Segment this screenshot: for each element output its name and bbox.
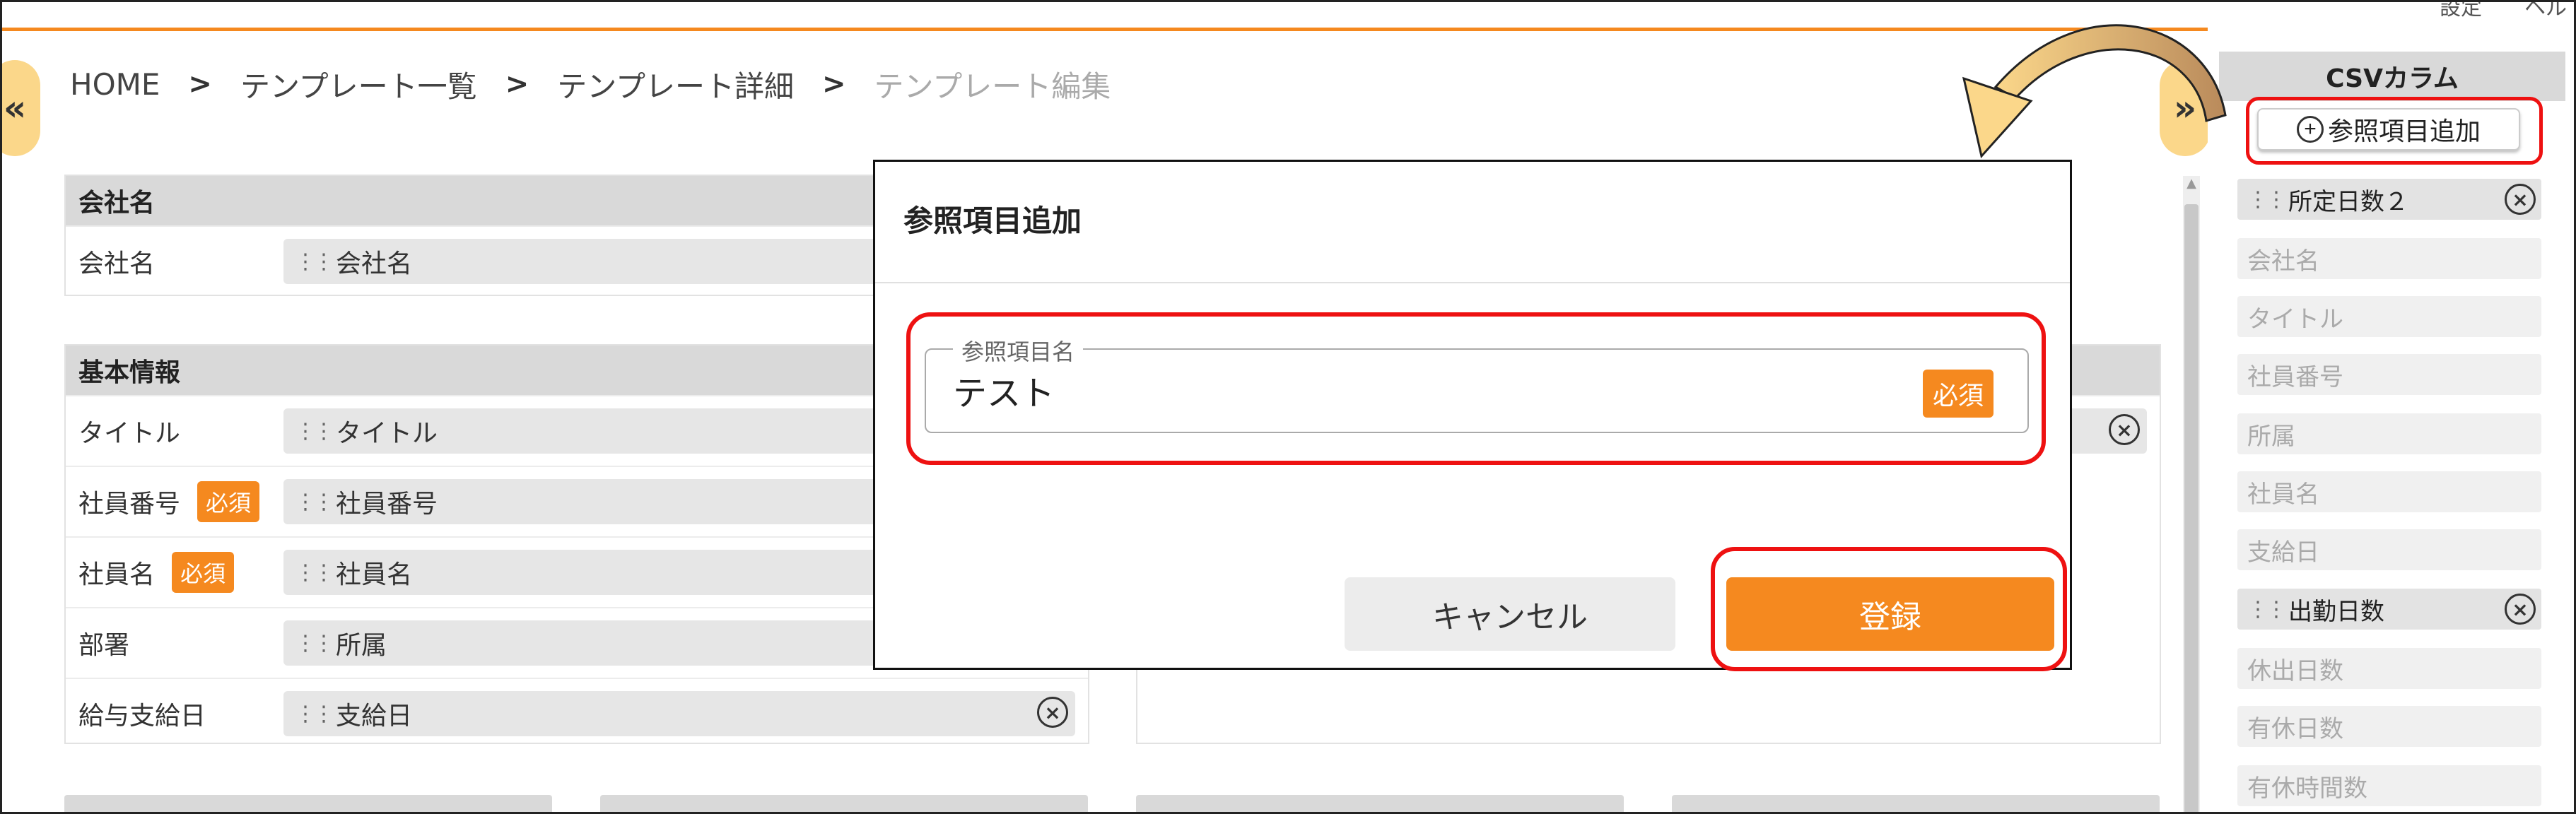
help-link[interactable]: ヘル xyxy=(2524,2,2567,22)
breadcrumb-home[interactable]: HOME xyxy=(70,67,160,102)
form-row: 給与支給日 ⋮⋮ 支給日 × xyxy=(66,678,1088,748)
csv-item-label: 所定日数２ xyxy=(2288,187,2408,216)
cancel-button[interactable]: キャンセル xyxy=(1345,577,1675,651)
breadcrumb-separator: > xyxy=(821,68,846,100)
remove-icon[interactable]: × xyxy=(2109,414,2140,445)
csv-column-item[interactable]: 支給日 xyxy=(2237,529,2541,570)
required-badge: 必須 xyxy=(1923,370,1994,418)
field-value: 所属 xyxy=(336,631,387,660)
drag-handle-icon[interactable]: ⋮⋮ xyxy=(295,419,334,444)
csv-item-label: 社員名 xyxy=(2247,480,2319,509)
field-value: 社員名 xyxy=(336,560,413,589)
reference-name-label: 参照項目名 xyxy=(953,334,1084,367)
settings-link[interactable]: 設定 xyxy=(2440,2,2482,22)
register-button[interactable]: 登録 xyxy=(1726,577,2054,651)
csv-item-label: 支給日 xyxy=(2247,538,2319,567)
breadcrumb-template-detail[interactable]: テンプレート詳細 xyxy=(557,63,794,106)
double-chevron-left-icon: « xyxy=(3,88,27,129)
breadcrumb-template-list[interactable]: テンプレート一覧 xyxy=(240,63,477,106)
csv-item-label: 有休日数 xyxy=(2247,714,2343,743)
breadcrumb-separator: > xyxy=(505,68,529,100)
bottom-section-tab[interactable] xyxy=(1136,795,1624,812)
csv-column-item[interactable]: 有休日数 xyxy=(2237,706,2541,747)
csv-item-label: 休出日数 xyxy=(2247,656,2343,685)
csv-item-label: 会社名 xyxy=(2247,247,2319,276)
csv-item-label: 所属 xyxy=(2247,422,2295,451)
drag-handle-icon[interactable]: ⋮⋮ xyxy=(295,490,334,514)
row-label: 社員名 xyxy=(78,560,156,589)
breadcrumb: HOME > テンプレート一覧 > テンプレート詳細 > テンプレート編集 xyxy=(70,63,1111,105)
mapped-field[interactable]: ⋮⋮ 支給日 × xyxy=(283,691,1075,736)
required-badge: 必須 xyxy=(197,481,260,522)
bottom-section-tab[interactable] xyxy=(1672,795,2160,812)
csv-column-item[interactable]: 有休時間数 xyxy=(2237,765,2541,806)
add-reference-item-label: 参照項目追加 xyxy=(2327,117,2481,146)
row-label: 部署 xyxy=(78,631,130,660)
breadcrumb-separator: > xyxy=(188,68,212,100)
row-label: 給与支給日 xyxy=(78,702,206,731)
add-reference-item-dialog: 参照項目追加 参照項目名 テスト 必須 キャンセル 登録 xyxy=(873,160,2072,671)
csv-panel-title: CSVカラム xyxy=(2219,52,2565,101)
remove-icon[interactable]: × xyxy=(2505,184,2536,215)
row-label: 社員番号 xyxy=(78,490,181,519)
reference-name-value[interactable]: テスト xyxy=(953,365,1055,415)
plus-circle-icon: + xyxy=(2296,116,2324,143)
collapse-left-button[interactable]: « xyxy=(2,60,40,156)
dialog-title: 参照項目追加 xyxy=(903,204,1082,238)
reference-name-input[interactable] xyxy=(925,348,2029,433)
scrollbar-thumb[interactable] xyxy=(2184,204,2199,812)
csv-column-item[interactable]: 社員名 xyxy=(2237,471,2541,512)
drag-handle-icon[interactable]: ⋮⋮ xyxy=(295,631,334,656)
csv-column-item[interactable]: 会社名 xyxy=(2237,238,2541,279)
row-label: 会社名 xyxy=(78,249,156,278)
header-accent-line xyxy=(2,28,2208,31)
remove-icon[interactable]: × xyxy=(1037,697,1068,728)
breadcrumb-current: テンプレート編集 xyxy=(874,69,1111,104)
drag-handle-icon[interactable]: ⋮⋮ xyxy=(2247,597,2287,622)
add-reference-item-button[interactable]: + 参照項目追加 xyxy=(2257,108,2520,151)
csv-column-item[interactable]: タイトル xyxy=(2237,296,2541,337)
app-frame: 設定 ヘル « » HOME > テンプレート一覧 > テンプレート詳細 > テ… xyxy=(0,0,2576,814)
remove-icon[interactable]: × xyxy=(2505,594,2536,625)
field-value: 支給日 xyxy=(336,702,413,731)
drag-handle-icon[interactable]: ⋮⋮ xyxy=(295,702,334,726)
csv-item-label: タイトル xyxy=(2247,305,2343,334)
bottom-section-tab[interactable] xyxy=(600,795,1088,812)
field-value: 社員番号 xyxy=(336,490,438,519)
field-value: タイトル xyxy=(336,419,438,448)
csv-column-item[interactable]: ⋮⋮ 出勤日数 × xyxy=(2237,589,2541,630)
top-utility-links: 設定 ヘル xyxy=(2440,2,2574,22)
dialog-divider xyxy=(875,282,2070,283)
csv-column-item[interactable]: ⋮⋮ 所定日数２ × xyxy=(2237,179,2541,220)
bottom-section-tab[interactable] xyxy=(64,795,552,812)
csv-column-item[interactable]: 所属 xyxy=(2237,413,2541,454)
csv-item-label: 社員番号 xyxy=(2247,362,2343,391)
csv-item-label: 有休時間数 xyxy=(2247,774,2367,803)
field-value: 会社名 xyxy=(336,249,413,278)
drag-handle-icon[interactable]: ⋮⋮ xyxy=(295,249,334,274)
required-badge: 必須 xyxy=(172,552,235,593)
row-label: タイトル xyxy=(78,419,181,448)
csv-item-label: 出勤日数 xyxy=(2288,597,2384,626)
csv-column-item[interactable]: 社員番号 xyxy=(2237,354,2541,395)
drag-handle-icon[interactable]: ⋮⋮ xyxy=(295,560,334,585)
csv-column-item[interactable]: 休出日数 xyxy=(2237,648,2541,689)
